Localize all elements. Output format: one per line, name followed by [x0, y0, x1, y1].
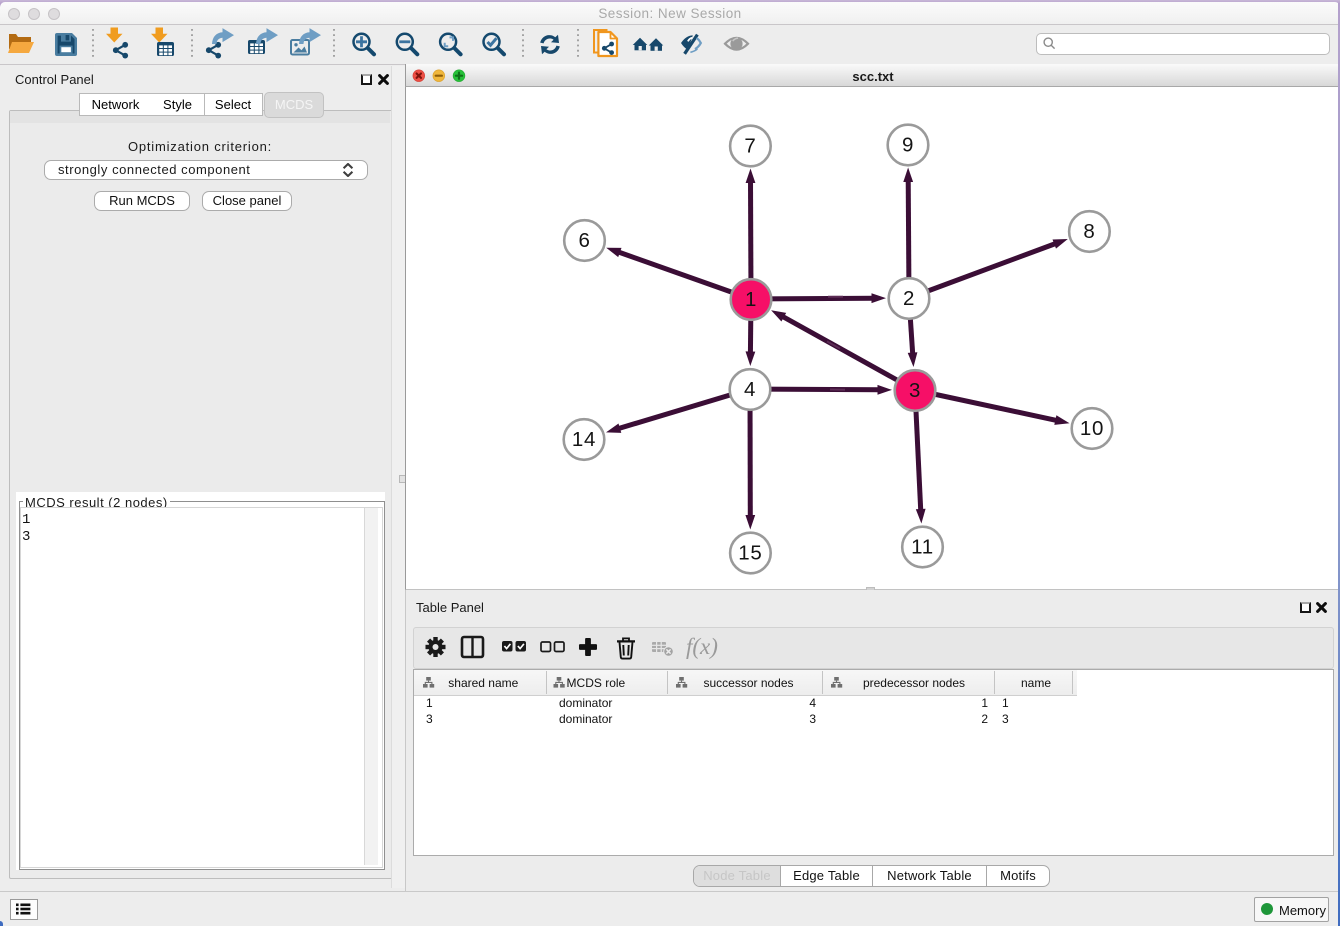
svg-text:MCDS role: MCDS role	[567, 676, 626, 690]
svg-text:7: 7	[744, 135, 756, 158]
svg-text:3: 3	[909, 379, 921, 402]
svg-text:8: 8	[1083, 220, 1095, 243]
svg-text:11: 11	[911, 536, 934, 559]
svg-text:14: 14	[572, 428, 596, 451]
svg-text:shared name: shared name	[448, 676, 518, 690]
svg-text:f(x): f(x)	[686, 634, 718, 659]
svg-text:9: 9	[902, 134, 914, 157]
svg-text:successor nodes: successor nodes	[703, 676, 793, 690]
svg-text:predecessor nodes: predecessor nodes	[863, 676, 965, 690]
svg-text:15: 15	[738, 542, 762, 565]
svg-text:2: 2	[903, 287, 915, 310]
svg-text:6: 6	[578, 229, 590, 252]
svg-text:name: name	[1021, 676, 1051, 690]
svg-text:1: 1	[745, 288, 757, 311]
svg-text:4: 4	[744, 378, 756, 401]
svg-text:10: 10	[1080, 417, 1104, 440]
